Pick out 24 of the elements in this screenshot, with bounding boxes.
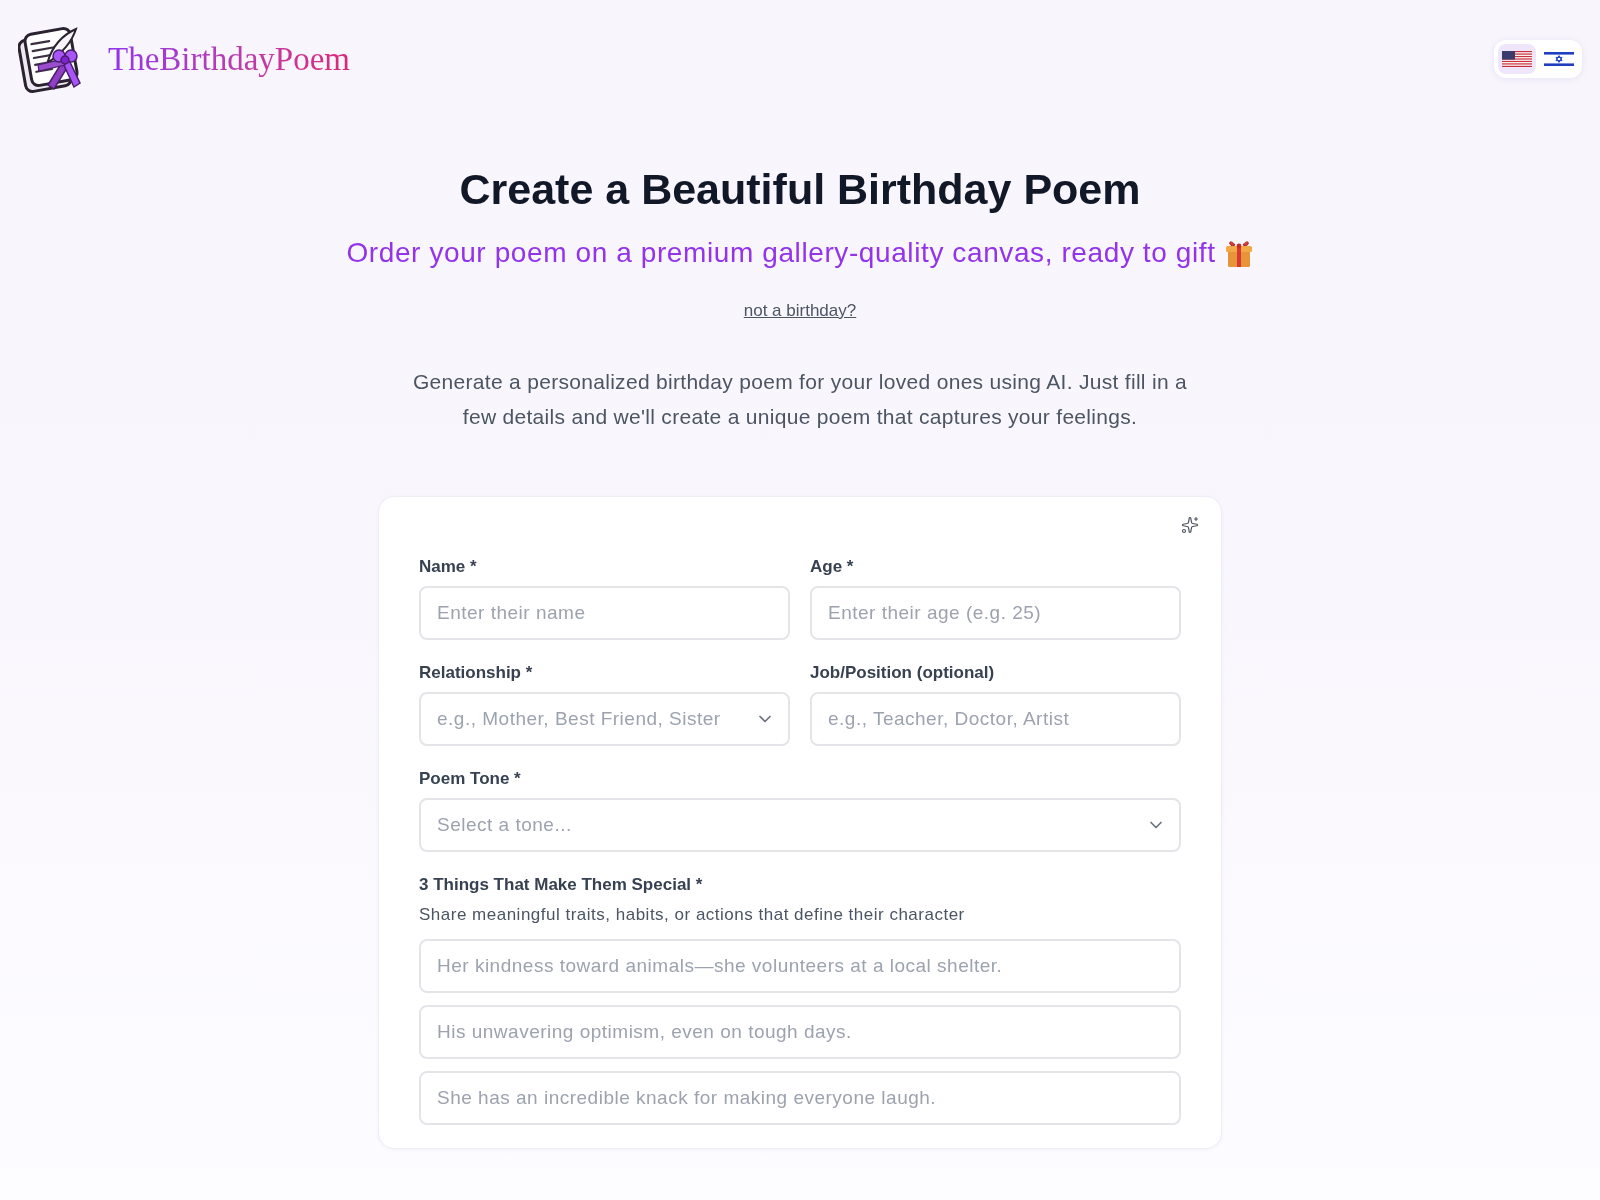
not-birthday-link[interactable]: not a birthday? xyxy=(743,299,857,323)
field-hint: Share meaningful traits, habits, or actions that define their character xyxy=(419,904,966,926)
field-label: 3 Things That Make Them Special * xyxy=(419,874,704,896)
gift-icon xyxy=(1223,238,1254,268)
description: Generate a personalized birthday poem for your loved ones using AI. Just fill in a few details and we'll create a unique poem that captures your feelings. xyxy=(412,369,1188,430)
input-field[interactable]: Enter their name xyxy=(419,586,790,640)
select-field[interactable]: e.g., Mother, Best Friend, Sister xyxy=(419,692,790,746)
us-flag-icon xyxy=(1502,51,1532,67)
israel-flag-icon xyxy=(1544,51,1574,67)
input-field[interactable]: e.g., Teacher, Doctor, Artist xyxy=(810,692,1181,746)
language-button[interactable] xyxy=(1498,44,1536,74)
input-field[interactable]: Enter their age (e.g. 25) xyxy=(810,586,1181,640)
sparkles-icon[interactable] xyxy=(1181,516,1199,534)
select-field[interactable]: Select a tone... xyxy=(419,798,1181,852)
field-label: Poem Tone * xyxy=(419,768,522,790)
field-label: Job/Position (optional) xyxy=(810,662,996,684)
field-label: Relationship * xyxy=(419,662,534,684)
input-field[interactable]: Her kindness toward animals—she volunteers at a local shelter. xyxy=(419,939,1181,993)
field-label: Age * xyxy=(810,556,855,578)
subtitle: Order your poem on a premium gallery-quality canvas, ready to gift xyxy=(346,236,1216,270)
input-field[interactable]: She has an incredible knack for making everyone laugh. xyxy=(419,1071,1181,1125)
field-label: Name * xyxy=(419,556,478,578)
input-field[interactable]: His unwavering optimism, even on tough days. xyxy=(419,1005,1181,1059)
page-title: Create a Beautiful Birthday Poem xyxy=(459,164,1141,215)
